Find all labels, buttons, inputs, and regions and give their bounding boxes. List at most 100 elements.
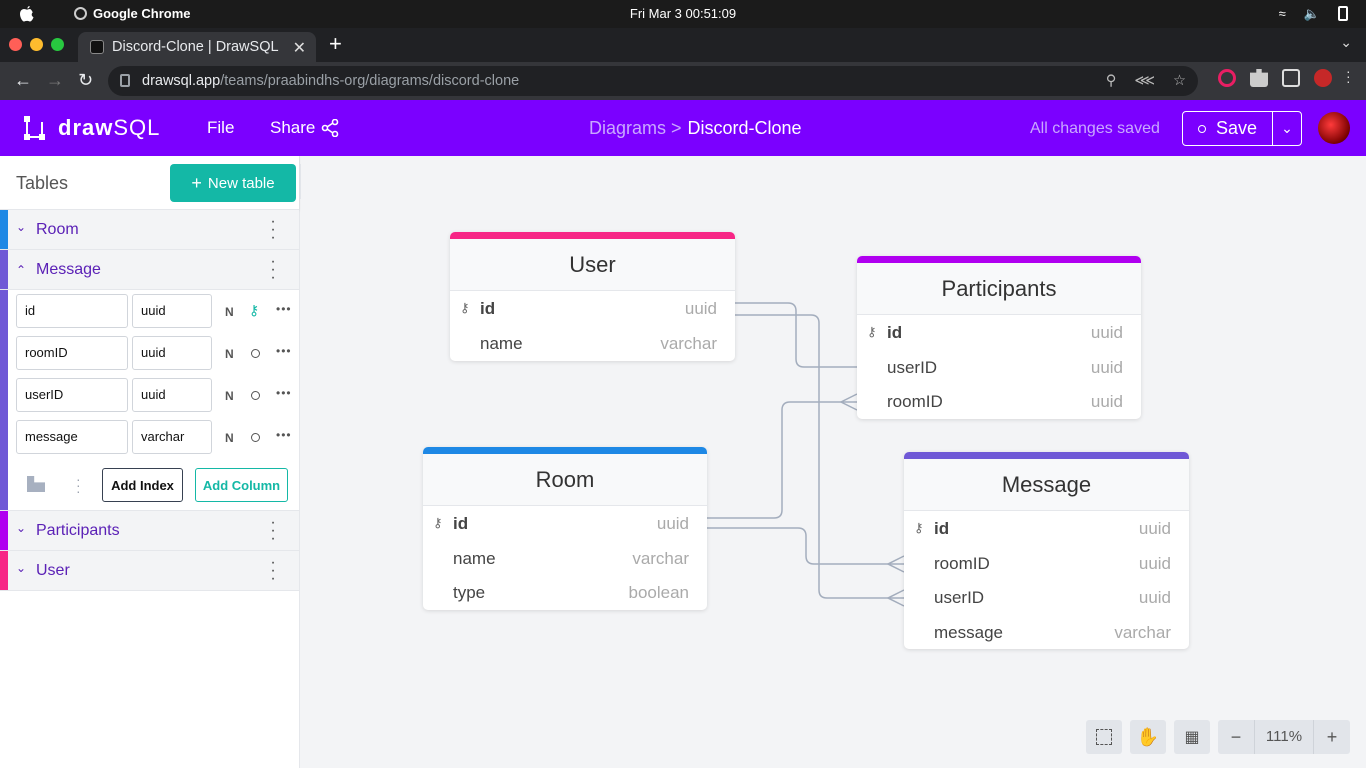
file-menu[interactable]: File — [207, 118, 234, 138]
column-type-select[interactable]: uuid — [132, 336, 212, 370]
save-dropdown-chevron-icon[interactable]: ⌄ — [1273, 120, 1301, 137]
table-item-room[interactable]: ⌄ Room · · · — [0, 210, 299, 250]
battery-icon[interactable] — [1338, 6, 1348, 21]
profile-avatar-icon[interactable] — [1314, 69, 1332, 87]
entity-message[interactable]: Message ⚷ id uuid roomID uuid userID uuid me… — [904, 452, 1189, 649]
back-icon[interactable]: ← — [14, 70, 32, 91]
share-label: Share — [270, 118, 316, 137]
maximize-window-button[interactable] — [51, 38, 64, 51]
tab-search-icon[interactable]: ⌄ — [1340, 34, 1352, 51]
volume-icon[interactable]: 🔈 — [1304, 6, 1320, 22]
unique-toggle-icon[interactable] — [251, 433, 260, 442]
entity-row[interactable]: ⚷ id uuid — [904, 511, 1189, 546]
entity-user[interactable]: User ⚷ id uuid name varchar — [450, 232, 735, 361]
nullable-toggle[interactable]: N — [225, 389, 234, 403]
zoom-in-button[interactable]: + — [1314, 720, 1350, 754]
entity-row[interactable]: message varchar — [904, 615, 1189, 650]
column-more-icon[interactable]: ••• — [276, 344, 292, 358]
indexes-icon[interactable] — [27, 476, 45, 492]
fit-to-screen-icon[interactable] — [1086, 720, 1122, 754]
reload-icon[interactable]: ↻ — [78, 70, 93, 91]
column-type-select[interactable]: varchar — [132, 420, 212, 454]
search-icon[interactable]: ⚲ — [1106, 66, 1117, 96]
column-type: varchar — [1114, 622, 1171, 642]
user-avatar[interactable] — [1318, 112, 1350, 144]
diagram-title[interactable]: Discord-Clone — [688, 118, 802, 138]
diagram-canvas[interactable]: User ⚷ id uuid name varchar Participants ⚷ i… — [301, 156, 1366, 768]
add-index-button[interactable]: Add Index — [102, 468, 183, 502]
entity-row[interactable]: ⚷ id uuid — [450, 291, 735, 326]
close-window-button[interactable] — [9, 38, 22, 51]
clock[interactable]: Fri Mar 3 00:51:09 — [0, 6, 1366, 21]
save-button[interactable]: Save — [1183, 112, 1273, 145]
table-menu-icon[interactable]: · · · — [268, 214, 278, 246]
entity-row[interactable]: roomID uuid — [857, 384, 1141, 419]
grid-icon[interactable]: ▦ — [1174, 720, 1210, 754]
entity-title[interactable]: Message — [904, 459, 1189, 511]
column-type-select[interactable]: uuid — [132, 294, 212, 328]
table-item-user[interactable]: ⌄ User · · · — [0, 551, 299, 591]
column-name-input[interactable]: userID — [16, 378, 128, 412]
entity-participants[interactable]: Participants ⚷ id uuid userID uuid roomID uu… — [857, 256, 1141, 419]
close-tab-icon[interactable]: ✕ — [293, 38, 306, 58]
nullable-toggle[interactable]: N — [225, 347, 234, 361]
entity-row[interactable]: ⚷ id uuid — [857, 315, 1141, 350]
entity-row[interactable]: userID uuid — [857, 350, 1141, 385]
wifi-icon[interactable]: ≈ — [1279, 6, 1286, 22]
chevron-down-icon[interactable]: ⌄ — [16, 521, 26, 535]
breadcrumb-diagrams[interactable]: Diagrams > — [589, 118, 682, 138]
hand-pan-icon[interactable]: ✋ — [1130, 720, 1166, 754]
table-item-participants[interactable]: ⌄ Participants · · · — [0, 511, 299, 551]
column-name-input[interactable]: roomID — [16, 336, 128, 370]
unique-toggle-icon[interactable] — [251, 349, 260, 358]
entity-row[interactable]: ⚷ id uuid — [423, 506, 707, 541]
entity-title[interactable]: Participants — [857, 263, 1141, 315]
drawsql-logo[interactable]: drawSQL — [22, 114, 160, 142]
nullable-toggle[interactable]: N — [225, 431, 234, 445]
chevron-up-icon[interactable]: ⌃ — [16, 263, 26, 277]
column-more-icon[interactable]: ••• — [276, 428, 292, 442]
column-name-input[interactable]: id — [16, 294, 128, 328]
column-type-select[interactable]: uuid — [132, 378, 212, 412]
minimize-window-button[interactable] — [30, 38, 43, 51]
entity-row[interactable]: type boolean — [423, 575, 707, 610]
column-name-input[interactable]: message — [16, 420, 128, 454]
chevron-down-icon[interactable]: ⌄ — [16, 220, 26, 234]
forward-icon[interactable]: → — [46, 70, 64, 91]
new-tab-button[interactable]: + — [329, 31, 342, 57]
column-actions: · · · Add Index Add Column — [0, 458, 299, 510]
entity-title[interactable]: User — [450, 239, 735, 291]
zoom-out-button[interactable]: − — [1218, 720, 1254, 754]
entity-title[interactable]: Room — [423, 454, 707, 506]
table-menu-icon[interactable]: · · · — [268, 254, 278, 286]
lock-icon[interactable] — [120, 74, 130, 87]
puzzle-extensions-icon[interactable] — [1250, 69, 1268, 87]
chevron-down-icon[interactable]: ⌄ — [16, 561, 26, 575]
entity-room[interactable]: Room ⚷ id uuid name varchar type boolean — [423, 447, 707, 610]
add-column-button[interactable]: Add Column — [195, 468, 288, 502]
share-icon[interactable]: ⋘ — [1134, 66, 1155, 96]
nullable-toggle[interactable]: N — [225, 305, 234, 319]
sidebar-header: Tables + New table — [0, 156, 299, 210]
share-menu[interactable]: Share — [270, 118, 339, 138]
column-more-icon[interactable]: ••• — [276, 386, 292, 400]
chrome-menu-icon[interactable]: · · · — [1346, 64, 1351, 88]
table-menu-icon[interactable]: · · · — [268, 515, 278, 547]
table-options-icon[interactable]: · · · — [76, 472, 81, 498]
table-menu-icon[interactable]: · · · — [268, 555, 278, 587]
color-extension-icon[interactable] — [1218, 69, 1236, 87]
bookmark-star-icon[interactable]: ☆ — [1173, 66, 1186, 96]
unique-toggle-icon[interactable] — [251, 391, 260, 400]
primary-key-icon[interactable]: ⚷ — [249, 302, 259, 319]
entity-row[interactable]: userID uuid — [904, 580, 1189, 615]
table-item-message[interactable]: ⌃ Message · · · — [0, 250, 299, 290]
zoom-level[interactable]: 111% — [1254, 720, 1314, 754]
entity-row[interactable]: name varchar — [423, 541, 707, 576]
new-table-button[interactable]: + New table — [170, 164, 296, 202]
address-bar[interactable]: drawsql.app/teams/praabindhs-org/diagram… — [108, 66, 1198, 96]
column-more-icon[interactable]: ••• — [276, 302, 292, 316]
browser-tab[interactable]: Discord-Clone | DrawSQL ✕ — [78, 32, 316, 62]
side-panel-icon[interactable] — [1282, 69, 1300, 87]
entity-row[interactable]: name varchar — [450, 326, 735, 361]
entity-row[interactable]: roomID uuid — [904, 546, 1189, 581]
